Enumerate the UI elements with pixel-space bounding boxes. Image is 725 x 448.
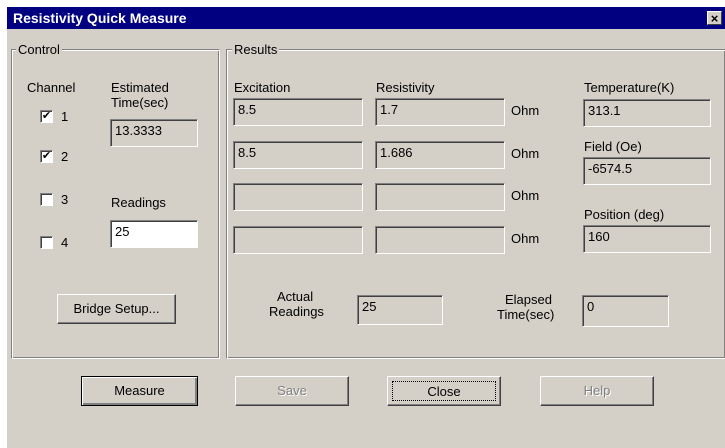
elapsed-time-field: 0 [582, 295, 669, 327]
measure-label: Measure [114, 383, 165, 398]
temperature-field: 313.1 [583, 99, 711, 127]
readings-input[interactable]: 25 [110, 220, 198, 248]
resistivity-field-4 [375, 226, 505, 254]
ohm-unit-2: Ohm [511, 146, 540, 161]
excitation-field-3 [233, 183, 363, 211]
control-legend: Control [16, 42, 62, 57]
close-label: Close [427, 384, 461, 399]
channel-header: Channel [27, 80, 76, 95]
save-button[interactable]: Save [235, 376, 349, 406]
position-field: 160 [583, 225, 711, 253]
excitation-field-1: 8.5 [233, 98, 363, 126]
help-label: Help [583, 383, 611, 398]
position-label: Position (deg) [584, 207, 665, 222]
resistivity-field-1: 1.7 [375, 98, 505, 126]
channel-3-label: 3 [61, 192, 69, 207]
channel-1-label: 1 [61, 109, 69, 124]
actual-readings-label-line1: Actual [277, 289, 314, 304]
actual-readings-field: 25 [357, 295, 443, 325]
excitation-field-4 [233, 226, 363, 254]
help-button[interactable]: Help [540, 376, 654, 406]
excitation-header: Excitation [234, 80, 291, 95]
channel-4-label: 4 [61, 235, 69, 250]
close-focus-ring: Close [392, 381, 496, 401]
estimated-time-label-line2: Time(sec) [111, 95, 169, 110]
title-bar[interactable]: Resistivity Quick Measure × [7, 7, 725, 29]
channel-1-checkbox[interactable]: ✔ [40, 110, 53, 123]
elapsed-time-label-line2: Time(sec) [497, 307, 555, 322]
resistivity-field-2: 1.686 [375, 141, 505, 169]
channel-4-checkbox[interactable] [40, 236, 53, 249]
estimated-time-label-line1: Estimated [111, 80, 169, 95]
dialog-window: Resistivity Quick Measure × Control Chan… [6, 6, 725, 448]
estimated-time-field: 13.3333 [110, 119, 198, 147]
elapsed-time-label-line1: Elapsed [505, 292, 552, 307]
excitation-field-2: 8.5 [233, 141, 363, 169]
field-value: -6574.5 [583, 157, 711, 185]
temperature-label: Temperature(K) [584, 80, 675, 95]
readings-label: Readings [111, 195, 166, 210]
close-button[interactable]: Close [387, 376, 501, 406]
ohm-unit-3: Ohm [511, 188, 540, 203]
field-label: Field (Oe) [584, 139, 642, 154]
bridge-setup-label: Bridge Setup... [73, 301, 160, 316]
close-window-button[interactable]: × [707, 11, 722, 25]
resistivity-header: Resistivity [376, 80, 435, 95]
resistivity-field-3 [375, 183, 505, 211]
measure-button[interactable]: Measure [81, 376, 198, 406]
bridge-setup-button[interactable]: Bridge Setup... [57, 294, 176, 324]
ohm-unit-1: Ohm [511, 103, 540, 118]
actual-readings-label-line2: Readings [269, 304, 324, 319]
results-legend: Results [232, 42, 280, 57]
save-label: Save [277, 383, 307, 398]
channel-3-checkbox[interactable] [40, 193, 53, 206]
channel-2-label: 2 [61, 149, 69, 164]
ohm-unit-4: Ohm [511, 231, 540, 246]
channel-2-checkbox[interactable]: ✔ [40, 150, 53, 163]
window-title: Resistivity Quick Measure [13, 10, 187, 26]
